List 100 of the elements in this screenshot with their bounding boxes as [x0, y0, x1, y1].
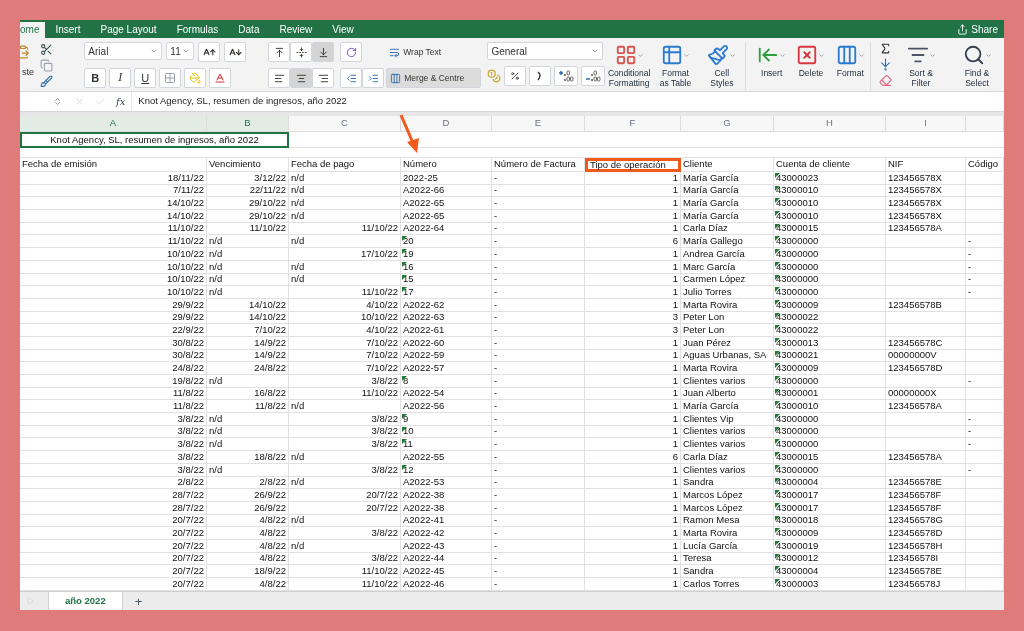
- table-cell: María García: [681, 400, 774, 414]
- align-right-button[interactable]: [312, 68, 335, 88]
- table-cell: -: [966, 260, 1004, 274]
- share-icon: [957, 23, 969, 35]
- formula-field[interactable]: Knot Agency, SL, resumen de ingresos, año 2022: [131, 92, 1004, 111]
- table-button[interactable]: Format as Table: [652, 42, 699, 92]
- table-cell: 29/9/22: [20, 298, 207, 312]
- column-header[interactable]: C: [289, 116, 401, 132]
- table-cell: 16/8/22: [207, 387, 289, 401]
- table-cell: 11/10/22: [289, 578, 401, 591]
- column-header[interactable]: G: [681, 116, 774, 132]
- bold-button[interactable]: B: [84, 68, 107, 88]
- format-button[interactable]: Format: [830, 42, 870, 92]
- font-color-button[interactable]: [209, 68, 232, 88]
- autosum-icon[interactable]: [879, 42, 892, 55]
- table-cell: n/d: [289, 197, 401, 211]
- table-cell: -: [966, 235, 1004, 249]
- align-left-button[interactable]: [268, 68, 291, 88]
- font-name-field[interactable]: Arial: [84, 42, 163, 60]
- table-cell: -: [492, 362, 585, 375]
- table-cell: 4/10/22: [289, 324, 401, 337]
- increase-indent-button[interactable]: [362, 68, 385, 88]
- styles-button[interactable]: Cell Styles: [698, 42, 745, 92]
- ribbon-tab[interactable]: Review: [269, 22, 323, 38]
- comma-style-button[interactable]: [529, 66, 552, 86]
- table-cell: 1: [585, 565, 681, 578]
- orientation-button[interactable]: [340, 42, 363, 62]
- caret-icon[interactable]: [182, 47, 191, 55]
- column-header[interactable]: E: [492, 116, 585, 132]
- column-header[interactable]: F: [585, 116, 681, 132]
- caret-icon: [984, 51, 992, 59]
- currency-icon[interactable]: [487, 69, 502, 83]
- table-cell: [966, 349, 1004, 363]
- column-header[interactable]: H: [774, 116, 886, 132]
- decrease-indent-button[interactable]: [340, 68, 363, 88]
- caret-icon[interactable]: [591, 47, 600, 55]
- table-cell: Marta Rovira: [681, 527, 774, 540]
- column-header[interactable]: I: [886, 116, 966, 132]
- cut-icon[interactable]: [40, 43, 53, 56]
- table-cell: Juan Alberto: [681, 387, 774, 401]
- insert-button[interactable]: Insert: [752, 42, 792, 92]
- ribbon-tab[interactable]: Page Layout: [90, 22, 167, 38]
- table-cell: [966, 172, 1004, 185]
- title-cell[interactable]: Knot Agency, SL, resumen de ingresos, año 2022: [20, 132, 289, 148]
- find-button[interactable]: Find & Select: [950, 42, 1004, 92]
- paste-label[interactable]: ste: [22, 66, 34, 80]
- borders-button[interactable]: [159, 68, 182, 88]
- table-cell: 123456578H: [886, 539, 966, 553]
- table-cell: A2022-45: [401, 565, 492, 578]
- table-cell: 1: [585, 222, 681, 236]
- fill-down-icon[interactable]: [879, 58, 892, 71]
- format-painter-icon[interactable]: [40, 75, 53, 88]
- underline-button[interactable]: U: [134, 68, 157, 88]
- percent-button[interactable]: [504, 66, 527, 86]
- merge-centre-button[interactable]: Merge & Centre: [386, 68, 482, 88]
- align-bottom-button[interactable]: [312, 42, 335, 62]
- table-cell: 30/8/22: [20, 336, 207, 350]
- share-button[interactable]: Share: [957, 20, 1004, 38]
- number-format-field[interactable]: General: [487, 42, 604, 60]
- ribbon-tab[interactable]: Formulas: [166, 22, 229, 38]
- sheet-tab[interactable]: año 2022: [48, 591, 123, 610]
- column-header[interactable]: A: [20, 116, 207, 132]
- table-cell: 29/10/22: [207, 197, 289, 211]
- ribbon-tab[interactable]: View: [322, 22, 364, 38]
- italic-button[interactable]: I: [109, 68, 132, 88]
- table-cell: -: [966, 286, 1004, 299]
- align-top-button[interactable]: [268, 42, 291, 62]
- table-cell: 123456578D: [886, 527, 966, 540]
- table-cell: 17/10/22: [289, 248, 401, 261]
- table-cell: 7/10/22: [289, 349, 401, 363]
- delete-button[interactable]: Delete: [791, 42, 831, 92]
- align-center-button[interactable]: [290, 68, 313, 88]
- table-cell: Peter Lon: [681, 311, 774, 325]
- eraser-icon[interactable]: [879, 74, 892, 87]
- table-cell: 1: [585, 527, 681, 540]
- stepper-icon[interactable]: [53, 97, 62, 106]
- table-cell: 43000000: [774, 438, 886, 452]
- ribbon-tab[interactable]: Insert: [45, 22, 91, 38]
- add-sheet-button[interactable]: +: [122, 591, 155, 610]
- align-middle-button[interactable]: [290, 42, 313, 62]
- function-label[interactable]: fx: [116, 94, 126, 109]
- increase-indent-icon: [367, 72, 379, 84]
- table-cell: 28/7/22: [20, 501, 207, 515]
- column-header[interactable]: D: [401, 116, 492, 132]
- grow-font-button[interactable]: [198, 42, 221, 62]
- conditional-button[interactable]: Conditional Formatting: [606, 42, 653, 92]
- wrap-text-button[interactable]: Wrap Text: [386, 42, 482, 62]
- shrink-font-button[interactable]: [224, 42, 247, 62]
- table-cell: 43000010: [774, 400, 886, 414]
- caret-icon[interactable]: [150, 47, 159, 55]
- column-header[interactable]: B: [207, 116, 289, 132]
- ribbon-tab[interactable]: Data: [228, 22, 270, 38]
- table-cell: 1: [585, 184, 681, 198]
- sort-button[interactable]: Sort & Filter: [894, 42, 948, 92]
- table-cell: 123456578X: [886, 184, 966, 198]
- caret-icon: [928, 51, 936, 59]
- font-size-field[interactable]: 11: [166, 42, 195, 60]
- ribbon-tab[interactable]: ome: [20, 22, 46, 38]
- table-cell: [966, 197, 1004, 211]
- fill-color-button[interactable]: [184, 68, 207, 88]
